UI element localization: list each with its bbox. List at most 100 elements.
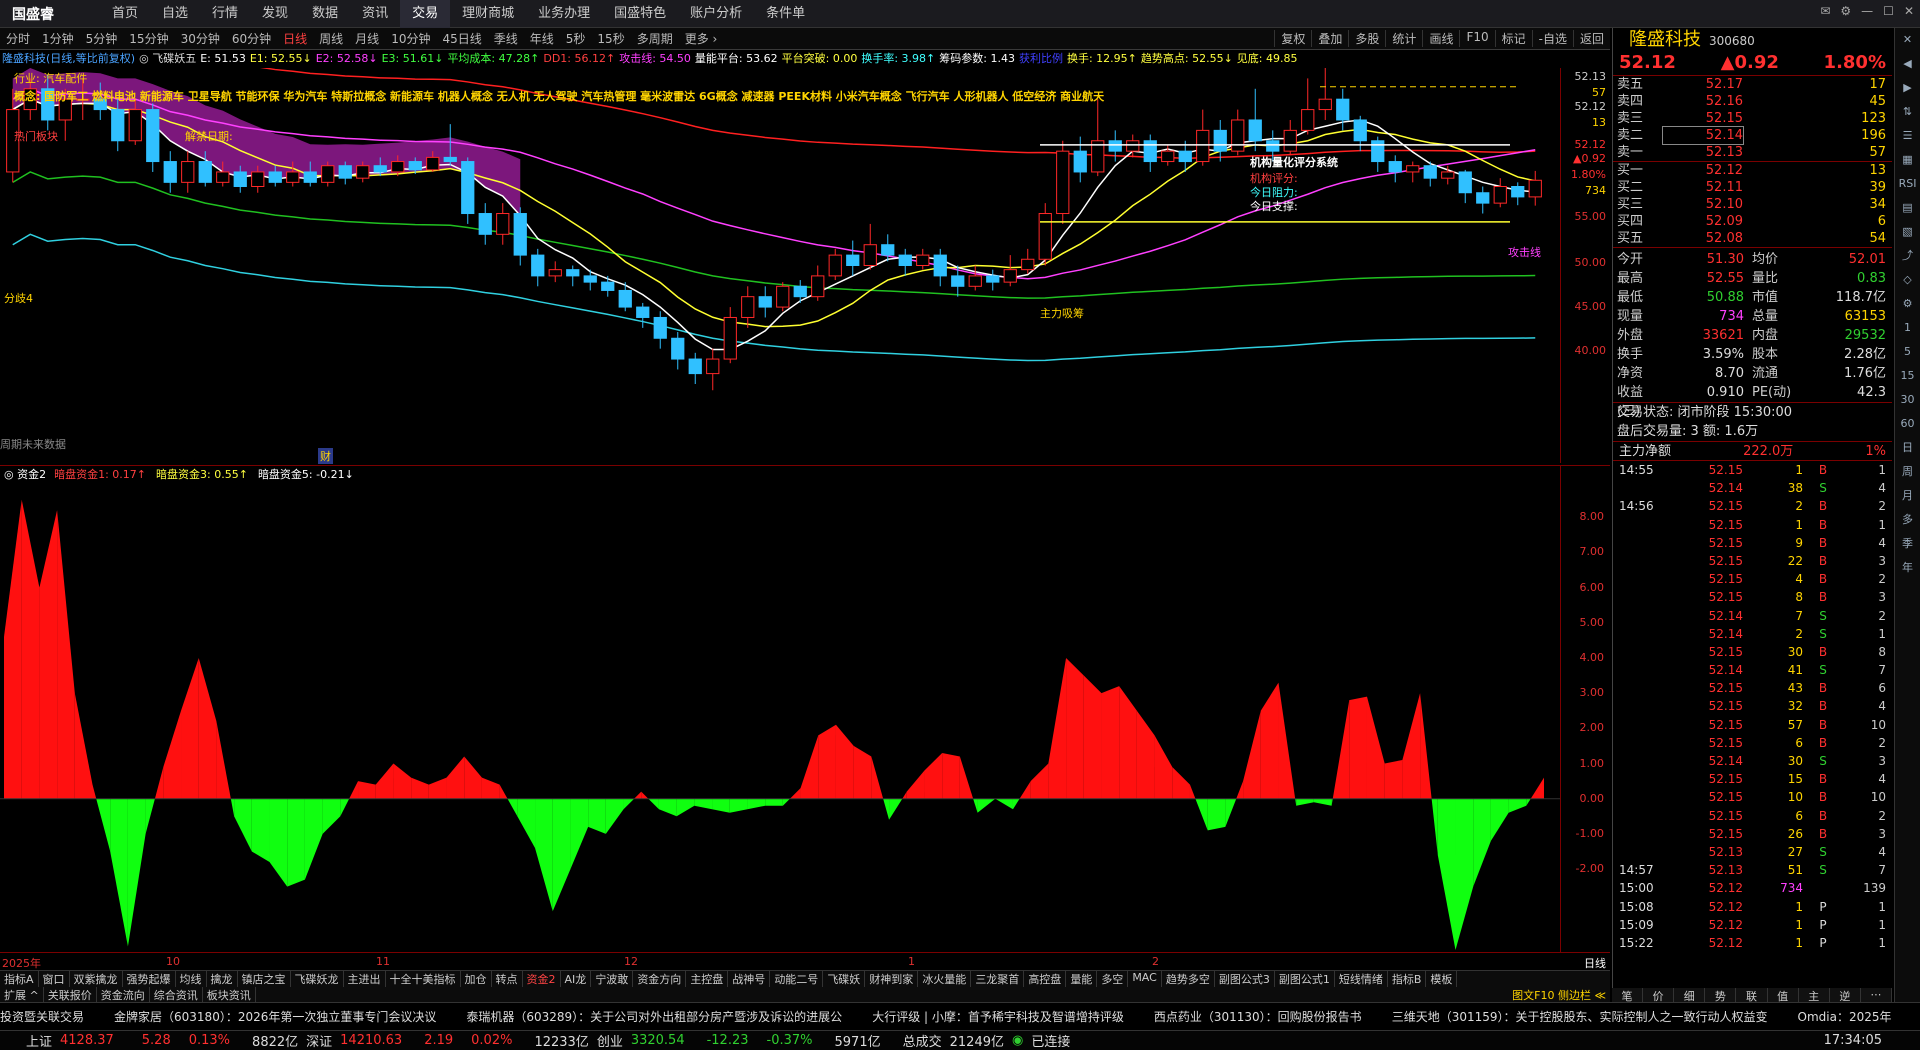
indicator-tab[interactable]: 指标A <box>0 971 39 987</box>
indicator-tab[interactable]: 趋势多空 <box>1162 971 1215 987</box>
settings-icon[interactable]: ⚙ <box>1840 4 1851 18</box>
news-item[interactable]: 金牌家居（603180）：2026年第一次独立董事专门会议决议 <box>114 1008 436 1025</box>
order-book-row[interactable]: 卖五 52.17 17 <box>1613 76 1892 93</box>
indicator-tab[interactable]: 主控盘 <box>686 971 729 987</box>
news-item[interactable]: 泰瑞机器（603289）：关于公司对外出租部分房产暨涉及诉讼的进展公 <box>466 1008 842 1025</box>
indicator-tab[interactable]: 强势起爆 <box>123 971 176 987</box>
indicator-tab[interactable]: 资金方向 <box>633 971 687 987</box>
side-tool-icon[interactable]: ▧ <box>1895 220 1920 244</box>
bottom-tab[interactable]: 资金流向 <box>97 987 150 1002</box>
period-tab[interactable]: 5分钟 <box>80 30 124 47</box>
indicator-tab[interactable]: 模板 <box>1426 971 1458 987</box>
side-tool-icon[interactable]: 15 <box>1895 364 1920 388</box>
side-panel-toggle[interactable]: 图文F10 侧边栏 ≪ <box>1508 987 1610 1002</box>
side-tool-icon[interactable]: ☰ <box>1895 124 1920 148</box>
indicator-tab[interactable]: 副图公式3 <box>1215 971 1275 987</box>
money-flow-chart[interactable] <box>0 482 1560 950</box>
indicator-tab[interactable]: 转点 <box>492 971 523 987</box>
minimize-icon[interactable]: — <box>1861 4 1873 18</box>
indicator-tab[interactable]: 十全十美指标 <box>386 971 461 987</box>
chart-tool-button[interactable]: 返回 <box>1572 30 1610 47</box>
period-tab[interactable]: 年线 <box>524 30 560 47</box>
quote-tab[interactable]: 主 <box>1799 988 1830 1003</box>
indicator-tab[interactable]: 三龙聚首 <box>971 971 1025 987</box>
bottom-tab[interactable]: 扩展 ^ <box>0 987 44 1002</box>
indicator-tab[interactable]: 飞碟妖 <box>823 971 866 987</box>
side-tool-icon[interactable]: 30 <box>1895 388 1920 412</box>
order-book-row[interactable]: 卖二 52.14 196 <box>1613 126 1892 145</box>
order-book-row[interactable]: 买二 52.11 39 <box>1613 179 1892 196</box>
period-tab[interactable]: 多周期 <box>631 30 679 47</box>
side-tool-icon[interactable]: ◀ <box>1895 52 1920 76</box>
indicator-tab[interactable]: 双紫擒龙 <box>70 971 123 987</box>
indicator-tab[interactable]: 指标B <box>1388 971 1427 987</box>
chart-tool-button[interactable]: 叠加 <box>1311 30 1348 47</box>
order-book-row[interactable]: 卖四 52.16 45 <box>1613 93 1892 110</box>
menu-item[interactable]: 资讯 <box>350 0 400 28</box>
menu-item[interactable]: 行情 <box>200 0 250 28</box>
menu-item[interactable]: 账户分析 <box>678 0 754 28</box>
main-kline-chart[interactable]: 行业: 汽车配件 概念: 国防军工 燃料电池 新能源车 卫星导航 节能环保 华为… <box>0 25 1560 464</box>
period-tab[interactable]: 分时 <box>0 30 36 47</box>
period-tab[interactable]: 月线 <box>349 30 385 47</box>
side-tool-icon[interactable]: ⇅ <box>1895 100 1920 124</box>
side-tool-icon[interactable]: ✕ <box>1895 28 1920 52</box>
side-tool-icon[interactable]: 季 <box>1895 532 1920 556</box>
order-book-row[interactable]: 买一 52.12 13 <box>1613 162 1892 179</box>
sz-index-name[interactable]: 深证 <box>306 1031 332 1050</box>
menu-item[interactable]: 首页 <box>100 0 150 28</box>
indicator-tab[interactable]: 冰火量能 <box>918 971 972 987</box>
period-tab[interactable]: 15秒 <box>591 30 630 47</box>
message-icon[interactable]: ✉ <box>1820 4 1830 18</box>
close-icon[interactable]: ✕ <box>1904 4 1914 18</box>
order-book-row[interactable]: 卖一 52.13 57 <box>1613 144 1892 161</box>
bottom-tab[interactable]: 关联报价 <box>44 987 97 1002</box>
period-tab[interactable]: 45日线 <box>436 30 487 47</box>
order-book-row[interactable]: 买五 52.08 54 <box>1613 230 1892 247</box>
order-book-row[interactable]: 买三 52.10 34 <box>1613 196 1892 213</box>
indicator-tab[interactable]: 擒龙 <box>207 971 238 987</box>
side-tool-icon[interactable]: 1 <box>1895 316 1920 340</box>
side-tool-icon[interactable]: 日 <box>1895 436 1920 460</box>
period-tab[interactable]: 10分钟 <box>385 30 436 47</box>
bottom-tab[interactable]: 综合资讯 <box>150 987 203 1002</box>
indicator-tab[interactable]: 资金2 <box>523 971 561 987</box>
period-tab[interactable]: 季线 <box>488 30 524 47</box>
side-tool-icon[interactable]: 周 <box>1895 460 1920 484</box>
menu-item[interactable]: 业务办理 <box>526 0 602 28</box>
period-tab[interactable]: 周线 <box>313 30 349 47</box>
cy-index-name[interactable]: 创业 <box>597 1031 623 1050</box>
side-tool-icon[interactable]: 月 <box>1895 484 1920 508</box>
quote-tab[interactable]: 值 <box>1768 988 1799 1003</box>
news-item[interactable]: 三维天地（301159）：关于控股股东、实际控制人之一致行动人权益变 <box>1392 1008 1768 1025</box>
news-item[interactable]: 大行评级 | 小摩：首予稀宇科技及智谱增持评级 <box>872 1008 1124 1025</box>
menu-item[interactable]: 发现 <box>250 0 300 28</box>
maximize-icon[interactable]: ☐ <box>1883 4 1894 18</box>
period-tab[interactable]: 日线 <box>277 30 313 47</box>
menu-item[interactable]: 交易 <box>400 0 451 28</box>
side-tool-icon[interactable]: ⚙ <box>1895 292 1920 316</box>
quote-tab[interactable]: 笔 <box>1612 988 1644 1003</box>
chart-tool-button[interactable]: 画线 <box>1422 30 1459 47</box>
chart-tool-button[interactable]: 复权 <box>1274 30 1311 47</box>
indicator-tab[interactable]: 副图公式1 <box>1275 971 1335 987</box>
news-item[interactable]: 投资暨关联交易 <box>0 1008 84 1025</box>
side-tool-icon[interactable]: 60 <box>1895 412 1920 436</box>
order-book-row[interactable]: 买四 52.09 6 <box>1613 213 1892 230</box>
quote-tab[interactable]: ⋯ <box>1861 988 1892 1002</box>
side-tool-icon[interactable]: 多 <box>1895 508 1920 532</box>
menu-item[interactable]: 自选 <box>150 0 200 28</box>
menu-item[interactable]: 数据 <box>300 0 350 28</box>
side-tool-icon[interactable]: 年 <box>1895 556 1920 580</box>
sh-index-name[interactable]: 上证 <box>26 1031 52 1050</box>
chart-tool-button[interactable]: 统计 <box>1385 30 1422 47</box>
news-item[interactable]: 西点药业（301130）：回购股份报告书 <box>1154 1008 1362 1025</box>
indicator-tab[interactable]: 飞碟妖龙 <box>291 971 344 987</box>
indicator-tab[interactable]: 窗口 <box>39 971 70 987</box>
news-item[interactable]: Omdia：2025年 <box>1798 1008 1892 1025</box>
quote-tab[interactable]: 逆 <box>1830 988 1861 1003</box>
chart-tool-button[interactable]: 标记 <box>1494 30 1532 47</box>
quote-tab[interactable]: 细 <box>1674 988 1706 1003</box>
indicator-tab[interactable]: 短线情绪 <box>1335 971 1388 987</box>
period-tab[interactable]: 1分钟 <box>36 30 80 47</box>
